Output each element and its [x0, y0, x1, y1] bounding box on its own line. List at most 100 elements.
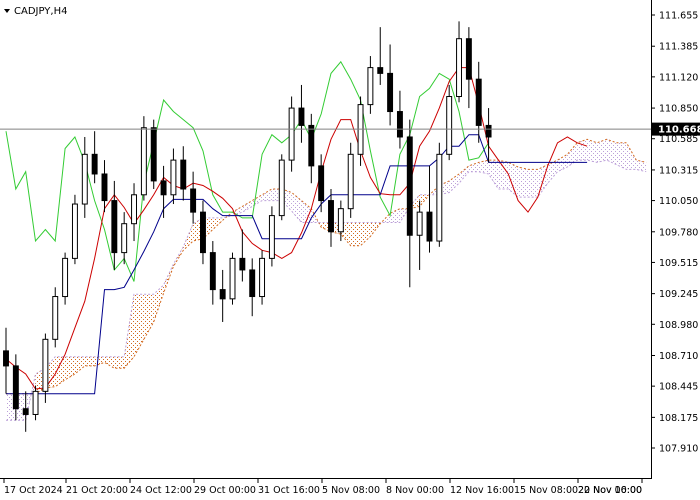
y-axis: 111.655 111.385 111.120 110.850 110.585 110.3…: [651, 11, 698, 455]
candle-body: [200, 211, 206, 254]
candle-body: [485, 124, 492, 138]
candle-body: [436, 153, 443, 242]
x-tick-label: 8 Nov 00:00: [386, 485, 444, 496]
candle: [62, 252, 69, 305]
candle: [347, 142, 354, 218]
candle-body: [298, 107, 305, 126]
price-chart[interactable]: 111.655 111.385 111.120 110.850 110.585 110.3…: [0, 0, 700, 500]
candle-body: [219, 289, 226, 300]
candle-body: [456, 38, 462, 98]
candle-body: [209, 252, 216, 291]
y-tick-label: 108.980: [659, 320, 698, 331]
y-tick-label: 108.445: [659, 382, 698, 393]
candle-body: [150, 127, 157, 182]
candle-body: [170, 159, 177, 196]
y-tick-label: 109.780: [659, 227, 698, 238]
candle-body: [259, 257, 266, 298]
y-tick-label: 108.710: [659, 351, 698, 362]
y-tick-label: 111.655: [659, 11, 698, 22]
y-tick-label: 111.120: [659, 72, 698, 83]
current-price-label-text: 110.668: [658, 125, 700, 136]
candle-body: [71, 203, 78, 259]
x-tick-label: 29 Oct 00:00: [194, 485, 256, 496]
cloud-segment: [84, 356, 95, 366]
symbol-header[interactable]: CADJPY,H4: [4, 6, 67, 17]
candle-body: [426, 211, 433, 242]
candle-body: [337, 208, 344, 233]
candle-body: [239, 257, 246, 271]
candle: [259, 250, 266, 305]
candle-body: [12, 365, 19, 410]
y-tick-label: 109.245: [659, 289, 698, 300]
x-tick-label: 15 Nov 08:00: [514, 485, 578, 496]
candle-body: [32, 390, 39, 415]
candle-body: [278, 159, 285, 217]
candle: [150, 119, 157, 190]
cloud-segment: [518, 167, 528, 198]
candle-body: [180, 159, 187, 190]
candle-body: [62, 257, 69, 298]
y-tick-label: 108.175: [659, 413, 698, 424]
candle-body: [308, 124, 315, 167]
x-tick-label: 24 Oct 12:00: [130, 485, 192, 496]
candle-body: [465, 38, 472, 80]
candle-body: [91, 153, 98, 175]
candle: [268, 206, 275, 267]
candle: [278, 154, 285, 221]
y-tick-label: 109.515: [659, 258, 698, 269]
candle: [288, 96, 295, 172]
candle-body: [140, 127, 147, 196]
candle-body: [367, 67, 374, 106]
candle-body: [101, 173, 108, 202]
cloud-segment: [498, 160, 509, 190]
candle: [436, 142, 443, 247]
candle-body: [475, 78, 482, 126]
candle-body: [22, 408, 29, 415]
candle-body: [406, 136, 413, 236]
candle-body: [81, 153, 88, 205]
candle-body: [52, 296, 59, 340]
y-tick-label: 110.585: [659, 134, 698, 145]
candle-body: [131, 194, 137, 225]
candle-body: [288, 107, 295, 161]
cloud-segment: [577, 139, 588, 161]
cloud-segment: [114, 356, 125, 369]
candle-body: [268, 215, 275, 259]
candle: [71, 194, 78, 265]
cloud-segment: [527, 169, 538, 198]
candle: [446, 84, 453, 161]
candle-body: [42, 338, 49, 392]
y-tick-label: 111.385: [659, 42, 698, 53]
x-tick-label: 5 Nov 08:00: [322, 485, 380, 496]
x-tick-label: 21 Oct 20:00: [66, 485, 128, 496]
chart-background: [0, 0, 700, 500]
candle-body: [190, 188, 197, 213]
x-tick-label: 12 Nov 16:00: [450, 485, 514, 496]
cloud-segment: [350, 222, 361, 246]
x-tick-label: 22 Nov 16:00: [578, 485, 642, 496]
candle-body: [416, 211, 423, 236]
candle-body: [249, 269, 256, 298]
x-tick-label: 17 Oct 2024: [4, 485, 63, 496]
y-tick-label: 107.910: [659, 444, 698, 455]
current-price-label: 110.668: [652, 122, 700, 136]
candle: [229, 252, 236, 305]
y-tick-label: 110.850: [659, 104, 698, 115]
candle: [52, 287, 59, 348]
candle-body: [3, 350, 9, 367]
cloud-segment: [616, 142, 627, 170]
candle-body: [160, 180, 167, 196]
x-tick-label: 31 Oct 16:00: [258, 485, 320, 496]
candle-body: [318, 165, 325, 202]
candle-body: [377, 67, 384, 74]
candle-body: [446, 96, 453, 155]
y-tick-label: 110.315: [659, 165, 698, 176]
candle-body: [111, 200, 118, 254]
candle-body: [121, 223, 128, 254]
y-tick-label: 110.050: [659, 196, 698, 207]
candle-body: [396, 111, 403, 138]
candle-body: [328, 200, 334, 233]
symbol-label: CADJPY,H4: [14, 6, 67, 17]
candle-body: [229, 257, 236, 300]
candle-body: [347, 153, 354, 210]
